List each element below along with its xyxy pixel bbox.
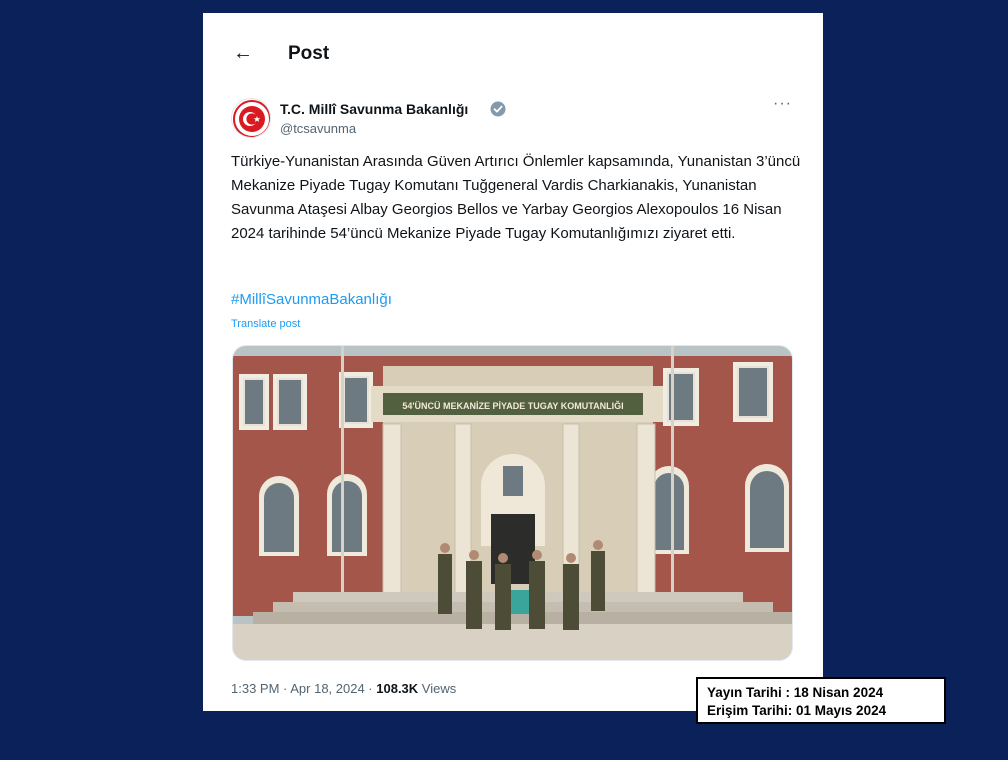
hashtag-link[interactable]: #MillîSavunmaBakanlığı xyxy=(231,291,392,308)
ministry-emblem-icon[interactable] xyxy=(231,98,271,138)
author-handle[interactable]: @tcsavunma xyxy=(280,121,356,136)
page-title: Post xyxy=(288,43,330,64)
post-text: Türkiye-Yunanistan Arasında Güven Artırı… xyxy=(231,153,801,242)
views-label: Views xyxy=(418,681,457,696)
post-timestamp-views: 1:33 PM · Apr 18, 2024 · 108.3K Views xyxy=(231,681,456,696)
accessed-date: Erişim Tarihi: 01 Mayıs 2024 xyxy=(707,703,887,718)
more-options-icon[interactable]: ··· xyxy=(773,95,792,113)
translate-post-link[interactable]: Translate post xyxy=(231,318,300,330)
building-sign: 54'ÜNCÜ MEKANİZE PİYADE TUGAY KOMUTANLIĞ… xyxy=(402,400,623,411)
post-image[interactable]: 54'ÜNCÜ MEKANİZE PİYADE TUGAY KOMUTANLIĞ… xyxy=(232,345,793,661)
views-count: 108.3K xyxy=(376,681,419,696)
author-name[interactable]: T.C. Millî Savunma Bakanlığı xyxy=(280,101,468,117)
post-card: ← Post T.C. Millî Savunma Bakanlığı @tcs… xyxy=(203,13,823,711)
verified-badge-icon xyxy=(490,101,506,117)
arrow-left-icon[interactable]: ← xyxy=(233,43,253,63)
post-header: ← Post xyxy=(203,13,823,93)
published-date: Yayın Tarihi : 18 Nisan 2024 xyxy=(707,685,884,700)
post-timestamp[interactable]: 1:33 PM · Apr 18, 2024 · xyxy=(231,681,376,696)
date-annotation-box: Yayın Tarihi : 18 Nisan 2024 Erişim Tari… xyxy=(696,677,946,724)
